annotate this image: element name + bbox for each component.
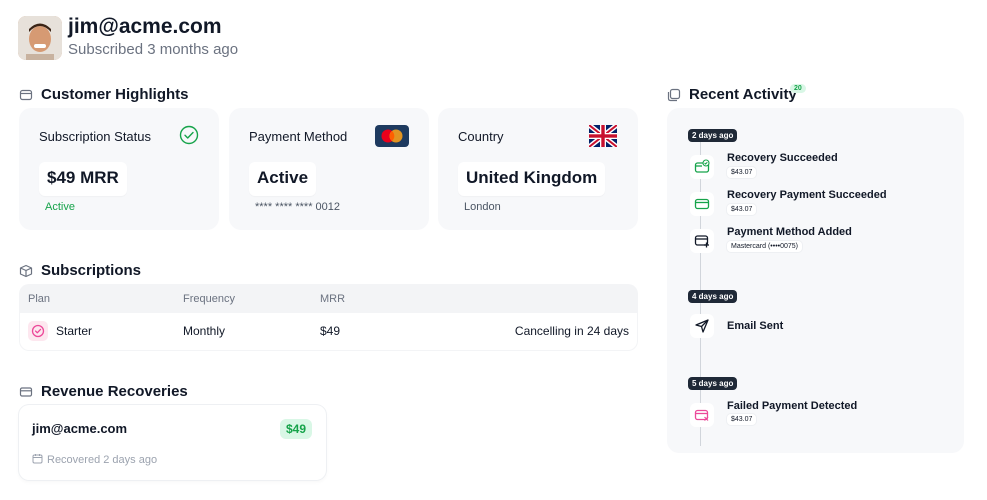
country-value: United Kingdom xyxy=(458,162,606,196)
card-icon xyxy=(19,385,33,399)
subscriptions-section-title: Subscriptions xyxy=(19,262,141,279)
payment-method-card: Payment Method Active **** **** **** 001… xyxy=(229,108,429,230)
activity-title: Email Sent xyxy=(727,320,784,332)
activity-meta: Mastercard (••••0075) xyxy=(727,241,802,252)
date-pill: 2 days ago xyxy=(688,129,738,142)
card-number: **** **** **** 0012 xyxy=(255,201,341,213)
column-frequency: Frequency xyxy=(183,293,235,305)
card-add-icon xyxy=(690,229,714,253)
activity-title-text: Recent Activity xyxy=(689,86,797,103)
country-card: Country United Kingdom London xyxy=(438,108,638,230)
column-plan: Plan xyxy=(28,293,51,305)
activity-meta: $43.07 xyxy=(727,414,757,425)
payment-status-value: Active xyxy=(249,162,317,196)
plan-check-icon xyxy=(28,321,48,341)
date-pill: 4 days ago xyxy=(688,290,738,303)
recoveries-title-text: Revenue Recoveries xyxy=(41,383,188,400)
customer-email-title: jim@acme.com xyxy=(68,15,222,38)
check-circle-icon xyxy=(179,125,199,150)
plan-frequency: Monthly xyxy=(183,324,226,338)
activity-title: Failed Payment Detected xyxy=(727,400,858,412)
card-icon xyxy=(690,192,714,216)
column-mrr: MRR xyxy=(320,293,346,305)
plan-mrr: $49 xyxy=(320,324,341,338)
panel-icon xyxy=(19,88,33,102)
activity-title: Payment Method Added xyxy=(727,226,852,238)
city-text: London xyxy=(464,201,501,213)
uk-flag-icon xyxy=(587,123,619,152)
card-check-icon xyxy=(690,155,714,179)
avatar xyxy=(18,16,62,60)
plan-status: Cancelling in 24 days xyxy=(514,324,629,338)
calendar-icon xyxy=(32,453,43,467)
card-label: Country xyxy=(458,129,504,144)
layers-icon xyxy=(667,88,681,102)
status-text: Active xyxy=(45,201,75,213)
activity-section-title: Recent Activity xyxy=(667,86,797,103)
card-x-icon xyxy=(690,403,714,427)
highlights-section-title: Customer Highlights xyxy=(19,86,189,103)
date-pill: 5 days ago xyxy=(688,377,738,390)
send-icon xyxy=(690,314,714,338)
recovered-time: Recovered 2 days ago xyxy=(47,454,158,466)
card-label: Payment Method xyxy=(249,129,348,144)
recovery-email: jim@acme.com xyxy=(32,421,128,436)
mastercard-icon xyxy=(375,125,409,152)
mrr-value: $49 MRR xyxy=(39,162,127,196)
activity-meta: $43.07 xyxy=(727,167,757,178)
highlights-title-text: Customer Highlights xyxy=(41,86,189,103)
card-label: Subscription Status xyxy=(39,129,152,144)
activity-title: Recovery Payment Succeeded xyxy=(727,189,887,201)
table-row[interactable]: Starter Monthly $49 Cancelling in 24 day… xyxy=(20,313,637,350)
box-icon xyxy=(19,264,33,278)
subscribed-since: Subscribed 3 months ago xyxy=(68,41,239,58)
subscriptions-table: Plan Frequency MRR Starter Monthly $49 C… xyxy=(19,284,638,351)
subscriptions-title-text: Subscriptions xyxy=(41,262,142,279)
recovery-item[interactable]: jim@acme.com $49 Recovered 2 days ago xyxy=(19,405,326,480)
activity-count-badge: 20 xyxy=(790,84,806,93)
recoveries-section-title: Revenue Recoveries xyxy=(19,383,188,400)
subscription-status-card: Subscription Status $49 MRR Active xyxy=(19,108,219,230)
recovery-foot: Recovered 2 days ago xyxy=(32,453,157,467)
table-header: Plan Frequency MRR xyxy=(19,284,638,313)
plan-name: Starter xyxy=(56,324,93,338)
activity-meta: $43.07 xyxy=(727,204,757,215)
activity-title: Recovery Succeeded xyxy=(727,152,838,164)
recovery-amount-badge: $49 xyxy=(279,419,312,439)
